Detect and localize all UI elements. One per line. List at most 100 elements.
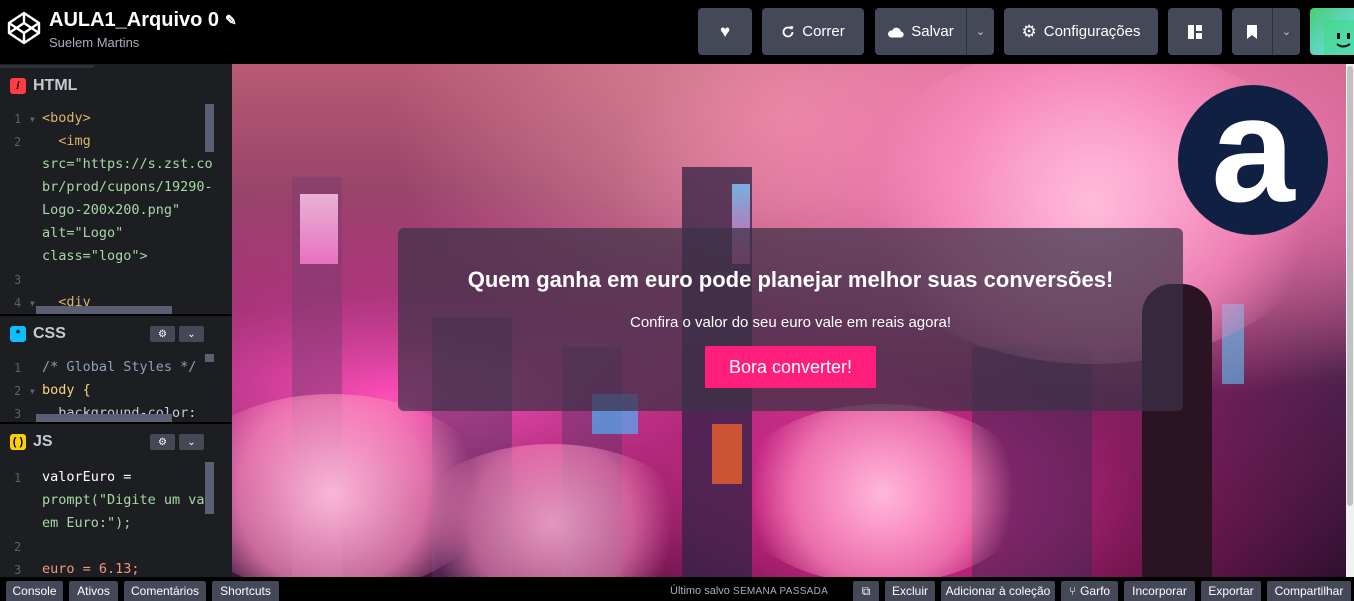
assets-button[interactable]: Ativos: [69, 581, 118, 601]
js-collapse-button[interactable]: ⌄: [179, 434, 204, 450]
codepen-logo-icon[interactable]: [6, 10, 42, 46]
fork-button[interactable]: ⑂ Garfo: [1061, 581, 1118, 601]
pen-title-block: AULA1_Arquivo 0 ✎ Suelem Martins: [49, 9, 237, 50]
css-vertical-scrollbar[interactable]: [205, 354, 214, 362]
layout-icon: [1188, 24, 1202, 39]
top-header: AULA1_Arquivo 0 ✎ Suelem Martins ♥ Corre…: [0, 0, 1354, 64]
css-code-editor[interactable]: 1 /* Global Styles */ 2 ▼ body { 3 backg…: [0, 352, 232, 422]
code-line: em Euro:");: [42, 515, 132, 531]
bookmark-options-button[interactable]: ⌄: [1272, 8, 1300, 55]
css-settings-button[interactable]: ⚙: [150, 326, 175, 342]
bottom-bar: Console Ativos Comentários Shortcuts Últ…: [0, 577, 1354, 601]
line-number: 4: [14, 296, 22, 310]
preview-scrollbar[interactable]: [1346, 64, 1354, 577]
gear-icon: ⚙: [158, 328, 167, 340]
shortcuts-button[interactable]: Shortcuts: [212, 581, 279, 601]
refresh-icon: [782, 25, 794, 37]
code-line: alt="Logo": [42, 225, 124, 241]
cloud-icon: [888, 27, 904, 38]
line-number: 1: [14, 361, 22, 375]
fold-arrow-icon[interactable]: ▼: [30, 387, 35, 396]
cherry-blossom-tree: [732, 404, 1032, 577]
layout-button[interactable]: [1168, 8, 1222, 55]
save-label: Salvar: [911, 23, 954, 40]
css-collapse-button[interactable]: ⌄: [179, 326, 204, 342]
js-pane-controls: ⚙ ⌄: [150, 434, 204, 450]
hero-headline: Quem ganha em euro pode planejar melhor …: [467, 267, 1114, 292]
pen-title-text: AULA1_Arquivo 0: [49, 9, 220, 31]
pen-title[interactable]: AULA1_Arquivo 0 ✎: [49, 9, 237, 32]
chevron-down-icon: ⌄: [187, 328, 196, 340]
js-tab[interactable]: ( ) JS: [0, 424, 80, 460]
js-code-editor[interactable]: 1 valorEuro = prompt("Digite um va em Eu…: [0, 460, 232, 577]
line-number: 1: [14, 471, 22, 485]
html-tab-label: HTML: [33, 76, 78, 94]
preview-frame[interactable]: a Quem ganha em euro pode planejar melho…: [232, 64, 1346, 577]
export-button[interactable]: Exportar: [1201, 581, 1261, 601]
chevron-down-icon: ⌄: [1281, 26, 1292, 38]
hero-subtext: Confira o valor do seu euro vale em reai…: [629, 314, 951, 331]
site-logo: a: [1178, 74, 1328, 235]
embed-button[interactable]: Incorporar: [1124, 581, 1195, 601]
line-number: 3: [14, 563, 22, 577]
settings-button[interactable]: ⚙ Configurações: [1004, 8, 1158, 55]
console-button[interactable]: Console: [6, 581, 63, 601]
bookmark-button[interactable]: [1232, 8, 1272, 55]
pen-author[interactable]: Suelem Martins: [49, 35, 237, 50]
css-badge-icon: *: [10, 326, 26, 342]
code-line: <img: [42, 133, 91, 149]
html-pane-header: / HTML: [0, 64, 232, 104]
edit-pencil-icon[interactable]: ✎: [225, 12, 237, 29]
code-line: prompt("Digite um va: [42, 492, 205, 508]
js-vertical-scrollbar[interactable]: [205, 462, 214, 514]
css-horizontal-scrollbar[interactable]: [36, 414, 172, 422]
line-number: 2: [14, 540, 22, 554]
css-tab[interactable]: * CSS: [0, 316, 90, 352]
save-options-button[interactable]: ⌄: [966, 8, 994, 55]
code-line: body {: [42, 382, 91, 398]
line-number: 3: [14, 273, 22, 287]
avatar-face-icon: [1324, 20, 1354, 55]
like-button[interactable]: ♥: [698, 8, 752, 55]
editor-column: / HTML 1 ▼ <body> 2 <img src="https://s.…: [0, 64, 232, 577]
run-button[interactable]: Correr: [762, 8, 864, 55]
js-badge-icon: ( ): [10, 434, 26, 450]
fork-label: Garfo: [1080, 584, 1111, 598]
fold-arrow-icon[interactable]: ▼: [30, 299, 35, 308]
logo-letter: a: [1211, 65, 1295, 233]
html-tab[interactable]: / HTML: [0, 65, 94, 103]
comments-button[interactable]: Comentários: [124, 581, 206, 601]
chevron-down-icon: ⌄: [975, 26, 986, 38]
delete-button[interactable]: Excluir: [885, 581, 935, 601]
css-pane-header: * CSS ⚙ ⌄: [0, 316, 232, 352]
html-code-editor[interactable]: 1 ▼ <body> 2 <img src="https://s.zst.co …: [0, 104, 232, 314]
code-text: prompt("Digite um va: [42, 492, 205, 508]
fold-arrow-icon[interactable]: ▼: [30, 115, 35, 124]
line-number: 2: [14, 384, 22, 398]
code-line: valorEuro =: [42, 469, 132, 485]
html-vertical-scrollbar[interactable]: [205, 104, 214, 152]
heart-icon: ♥: [719, 21, 731, 41]
add-to-collection-button[interactable]: Adicionar à coleção: [941, 581, 1055, 601]
line-number: 2: [14, 135, 22, 149]
line-number: 1: [14, 112, 22, 126]
code-line: src="https://s.zst.co: [42, 156, 213, 172]
code-line: euro = 6.13;: [42, 561, 140, 577]
html-horizontal-scrollbar[interactable]: [36, 306, 172, 314]
js-tab-label: JS: [33, 433, 53, 450]
neon-sign: [300, 194, 338, 264]
convert-button[interactable]: Bora converter!: [705, 346, 876, 388]
hero-card: Quem ganha em euro pode planejar melhor …: [398, 228, 1183, 411]
fork-icon: ⑂: [1068, 584, 1077, 598]
saved-time: SEMANA PASSADA: [732, 586, 829, 597]
preview-scrollbar-thumb[interactable]: [1347, 66, 1353, 506]
user-avatar[interactable]: [1310, 8, 1354, 55]
save-button[interactable]: Salvar: [875, 8, 966, 55]
js-settings-button[interactable]: ⚙: [150, 434, 175, 450]
share-button[interactable]: Compartilhar: [1267, 581, 1351, 601]
open-external-button[interactable]: ⧉: [853, 581, 879, 601]
settings-label: Configurações: [1043, 23, 1141, 40]
css-pane-controls: ⚙ ⌄: [150, 326, 204, 342]
bookmark-icon: [1247, 24, 1257, 39]
code-line: class="logo">: [42, 248, 148, 264]
